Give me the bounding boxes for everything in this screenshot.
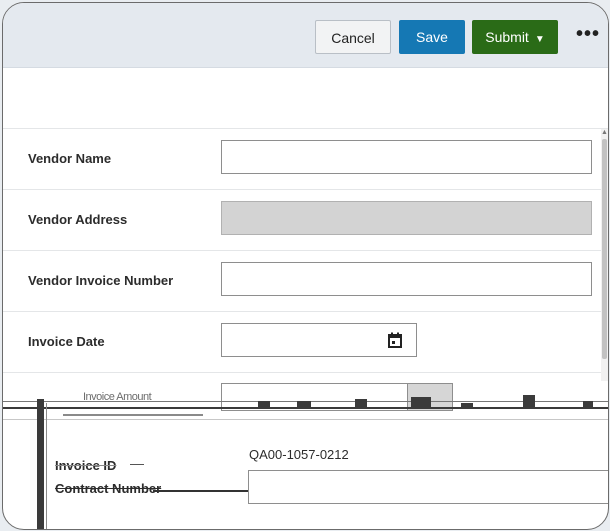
invoice-date-label: Invoice Date — [28, 334, 105, 349]
invoice-id-row: Invoice ID QA00-1057-0212 — [51, 433, 601, 473]
invoice-date-row: Invoice Date — [3, 312, 601, 373]
glitch-block — [411, 397, 431, 409]
vendor-invoice-number-input[interactable] — [221, 262, 592, 296]
cancel-button-label: Cancel — [331, 30, 375, 46]
invoice-date-input[interactable] — [221, 323, 417, 357]
vendor-invoice-number-label: Vendor Invoice Number — [28, 273, 174, 288]
invoice-id-value: QA00-1057-0212 — [249, 447, 349, 462]
glitch-line — [153, 490, 248, 492]
vendor-address-field — [221, 201, 592, 235]
form-header-spacer — [3, 68, 608, 129]
app-frame: Cancel Save Submit ▼ ••• Vendor Name Vend… — [2, 2, 609, 530]
calendar-icon[interactable] — [388, 332, 402, 348]
vendor-address-row: Vendor Address — [3, 190, 601, 251]
save-button-label: Save — [416, 29, 448, 45]
contract-number-input[interactable] — [248, 470, 608, 504]
glitch-block — [523, 395, 535, 409]
more-icon[interactable]: ••• — [576, 23, 600, 46]
glitch-line — [3, 419, 608, 420]
scroll-thumb[interactable] — [602, 139, 607, 359]
action-toolbar: Cancel Save Submit ▼ ••• — [3, 3, 608, 68]
submit-button[interactable]: Submit ▼ — [472, 20, 558, 54]
save-button[interactable]: Save — [399, 20, 465, 54]
cancel-button[interactable]: Cancel — [315, 20, 391, 54]
glitch-block — [355, 399, 367, 409]
vendor-name-label: Vendor Name — [28, 151, 112, 166]
vendor-address-label: Vendor Address — [28, 212, 128, 227]
glitch-block — [583, 401, 593, 409]
glitch-vertical-line — [46, 403, 47, 529]
caret-down-icon: ▼ — [534, 34, 545, 45]
vendor-name-row: Vendor Name — [3, 129, 601, 190]
vendor-invoice-number-row: Vendor Invoice Number — [3, 251, 601, 312]
form-scrollbar[interactable]: ▲ — [601, 129, 608, 389]
glitch-block — [461, 403, 473, 409]
invoice-id-label: Invoice ID — [55, 458, 117, 473]
glitch-line — [63, 414, 203, 416]
glitch-block — [297, 401, 311, 409]
glitch-vertical-bar — [37, 399, 44, 529]
glitch-block — [258, 401, 270, 409]
glitch-dash — [130, 464, 144, 465]
submit-button-label: Submit — [485, 29, 529, 45]
vendor-name-input[interactable] — [221, 140, 592, 174]
contract-number-label: Contract Number — [55, 481, 162, 496]
render-glitch-band: Invoice Amount — [3, 381, 608, 423]
scroll-up-icon[interactable]: ▲ — [601, 129, 608, 136]
